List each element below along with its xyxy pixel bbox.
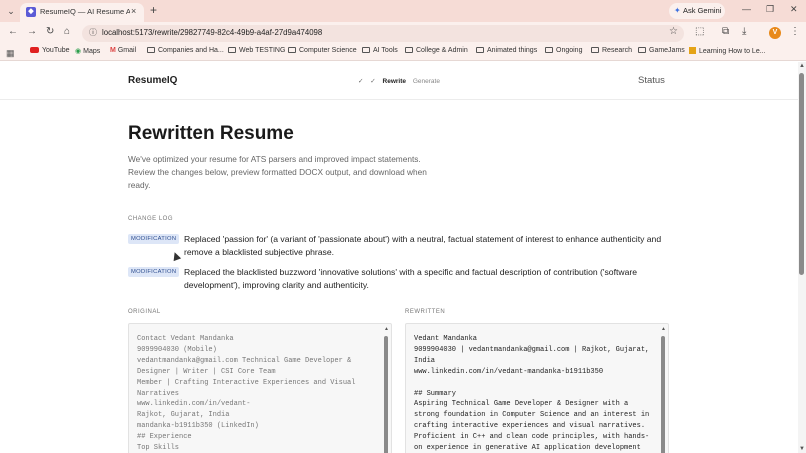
bookmark-star-icon[interactable]: ☆ [669, 26, 678, 37]
original-text-panel[interactable]: Contact Vedant Mandanka 9099904030 (Mobi… [128, 323, 392, 453]
change-log-label: CHANGE LOG [128, 216, 174, 222]
status-link[interactable]: Status [638, 75, 665, 86]
scrollbar-thumb[interactable] [384, 336, 388, 453]
browser-tab-bar: ⌄ ◆ ResumeIQ — AI Resume Analy × + ✦ Ask… [0, 0, 806, 22]
new-tab-icon[interactable]: + [150, 3, 157, 17]
site-info-icon[interactable]: ⓘ [89, 27, 97, 38]
modification-badge: MODIFICATION [128, 234, 180, 244]
bookmark-ai-tools[interactable]: AI Tools [362, 47, 398, 54]
scroll-up-icon[interactable]: ▲ [799, 63, 805, 69]
page-content: ResumeIQ ✓ ✓ Rewrite Generate Status Rew… [0, 62, 798, 453]
original-label: ORIGINAL [128, 309, 161, 315]
app-logo[interactable]: ResumeIQ [128, 75, 177, 86]
scroll-down-icon[interactable]: ▼ [799, 446, 805, 452]
step-check-icon: ✓ [358, 78, 364, 85]
change-log-item: MODIFICATION Replaced the blacklisted bu… [128, 266, 668, 294]
minimize-icon[interactable]: — [742, 4, 751, 14]
restore-icon[interactable]: ❐ [766, 4, 774, 15]
folder-icon [591, 47, 599, 53]
scroll-up-icon[interactable]: ▲ [661, 326, 666, 332]
url-text[interactable]: localhost:5173/rewrite/29827749-82c4-49b… [102, 28, 322, 37]
folder-icon [147, 47, 155, 53]
folder-icon [638, 47, 646, 53]
folder-icon [405, 47, 413, 53]
bookmark-learning[interactable]: Learning How to Le... [689, 47, 766, 55]
menu-kebab-icon[interactable]: ⋮ [790, 26, 800, 37]
page-description: We've optimized your resume for ATS pars… [128, 154, 427, 190]
tab-search-icon[interactable]: ⌄ [5, 5, 17, 17]
ask-gemini-button[interactable]: ✦ Ask Gemini [669, 3, 725, 19]
ask-gemini-label: Ask Gemini [683, 6, 722, 15]
change-text: Replaced the blacklisted buzzword 'innov… [184, 267, 637, 290]
back-icon[interactable]: ← [8, 26, 18, 37]
scrollbar-thumb[interactable] [661, 336, 665, 453]
change-text: Replaced 'passion for' (a variant of 'pa… [184, 234, 662, 257]
step-rewrite: Rewrite [382, 78, 407, 85]
folder-icon [228, 47, 236, 53]
rewritten-panel-scrollbar[interactable]: ▲ [661, 326, 666, 453]
page-scrollbar[interactable]: ▲ ▼ [798, 62, 806, 453]
folder-icon [545, 47, 553, 53]
progress-steps: ✓ ✓ Rewrite Generate [358, 77, 445, 85]
bookmark-web-testing[interactable]: Web TESTING [228, 47, 285, 54]
original-text: Contact Vedant Mandanka 9099904030 (Mobi… [137, 335, 356, 453]
bookmark-gmail[interactable]: M Gmail [110, 47, 136, 54]
translate-icon[interactable]: ⧉ [722, 26, 729, 37]
close-window-icon[interactable]: ✕ [790, 4, 798, 15]
home-icon[interactable]: ⌂ [64, 26, 70, 37]
browser-toolbar: ← → ↻ ⌂ ⓘ localhost:5173/rewrite/2982774… [0, 22, 806, 44]
reload-icon[interactable]: ↻ [46, 26, 54, 37]
browser-tab[interactable]: ◆ ResumeIQ — AI Resume Analy × [20, 3, 144, 22]
apps-grid-icon[interactable]: ▦ [6, 48, 15, 59]
app-header: ResumeIQ ✓ ✓ Rewrite Generate Status [0, 62, 798, 100]
bookmark-maps[interactable]: ◉ Maps [75, 47, 100, 55]
step-check-icon: ✓ [370, 78, 376, 85]
folder-icon [476, 47, 484, 53]
maps-icon: ◉ [75, 48, 82, 55]
bookmark-companies[interactable]: Companies and Ha... [147, 47, 224, 54]
bookmark-animated-things[interactable]: Animated things [476, 47, 537, 54]
bookmark-college-admin[interactable]: College & Admin [405, 47, 468, 54]
bookmark-ongoing[interactable]: Ongoing [545, 47, 582, 54]
tab-close-icon[interactable]: × [131, 6, 136, 16]
gmail-icon: M [110, 47, 116, 54]
address-bar[interactable]: ⓘ localhost:5173/rewrite/29827749-82c4-4… [82, 25, 684, 42]
page-scrollbar-thumb[interactable] [799, 73, 804, 275]
tab-favicon-icon: ◆ [26, 7, 36, 17]
learning-icon [689, 47, 696, 54]
original-panel-scrollbar[interactable]: ▲ [384, 326, 389, 453]
bookmarks-bar: ▦ YouTube ◉ Maps M Gmail Companies and Ha.… [0, 44, 806, 61]
folder-icon [288, 47, 296, 53]
bookmark-youtube[interactable]: YouTube [30, 47, 70, 54]
bookmark-research[interactable]: Research [591, 47, 632, 54]
gemini-star-icon: ✦ [674, 6, 681, 15]
forward-icon[interactable]: → [27, 26, 37, 37]
extensions-icon[interactable]: ⬚ [695, 26, 704, 37]
modification-badge: MODIFICATION [128, 267, 180, 277]
folder-icon [362, 47, 370, 53]
youtube-icon [30, 47, 39, 53]
bookmark-gamejams[interactable]: GameJams [638, 47, 685, 54]
rewritten-text-panel[interactable]: Vedant Mandanka 9099904030 | vedantmanda… [405, 323, 669, 453]
page-title: Rewritten Resume [128, 123, 294, 144]
bookmark-computer-science[interactable]: Computer Science [288, 47, 357, 54]
download-icon[interactable]: ⤓ [742, 26, 746, 37]
scroll-up-icon[interactable]: ▲ [384, 326, 389, 332]
rewritten-label: REWRITTEN [405, 309, 446, 315]
rewritten-text: Vedant Mandanka 9099904030 | vedantmanda… [414, 335, 650, 453]
change-log-item: MODIFICATION Replaced 'passion for' (a v… [128, 233, 668, 261]
profile-avatar[interactable]: V [769, 27, 781, 39]
tab-title: ResumeIQ — AI Resume Analy [40, 7, 130, 16]
step-generate: Generate [412, 78, 440, 85]
